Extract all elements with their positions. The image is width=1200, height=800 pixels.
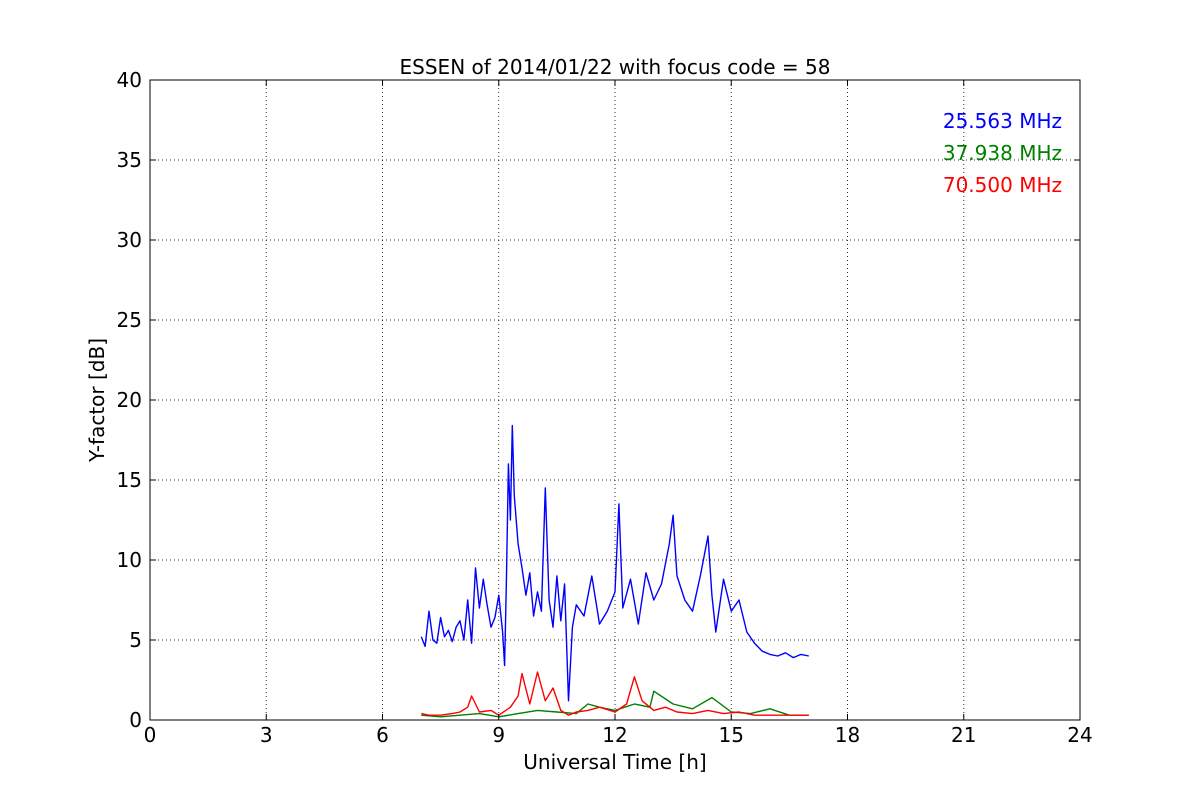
- x-tick-label: 15: [719, 723, 744, 747]
- y-tick-label: 0: [129, 708, 142, 732]
- y-tick-label: 10: [117, 548, 142, 572]
- legend-entry-0: 25.563 MHz: [943, 109, 1062, 133]
- x-tick-label: 24: [1067, 723, 1092, 747]
- y-tick-label: 5: [129, 628, 142, 652]
- y-axis-label: Y-factor [dB]: [85, 338, 109, 463]
- legend: 25.563 MHz 37.938 MHz 70.500 MHz: [943, 109, 1062, 197]
- x-tick-label: 3: [260, 723, 273, 747]
- y-tick-label: 25: [117, 308, 142, 332]
- chart: ESSEN of 2014/01/22 with focus code = 58…: [0, 0, 1200, 800]
- y-tick-label: 30: [117, 228, 142, 252]
- y-tick-label: 35: [117, 148, 142, 172]
- y-tick-label: 20: [117, 388, 142, 412]
- x-tick-label: 12: [602, 723, 627, 747]
- x-tick-label: 21: [951, 723, 976, 747]
- x-tick-label: 6: [376, 723, 389, 747]
- x-tick-label: 18: [835, 723, 860, 747]
- chart-title: ESSEN of 2014/01/22 with focus code = 58: [400, 55, 831, 79]
- legend-entry-1: 37.938 MHz: [943, 141, 1062, 165]
- legend-entry-2: 70.500 MHz: [943, 173, 1062, 197]
- x-tick-label: 9: [492, 723, 505, 747]
- x-axis-label: Universal Time [h]: [523, 750, 706, 774]
- x-tick-label: 0: [144, 723, 157, 747]
- y-tick-label: 15: [117, 468, 142, 492]
- y-tick-label: 40: [117, 68, 142, 92]
